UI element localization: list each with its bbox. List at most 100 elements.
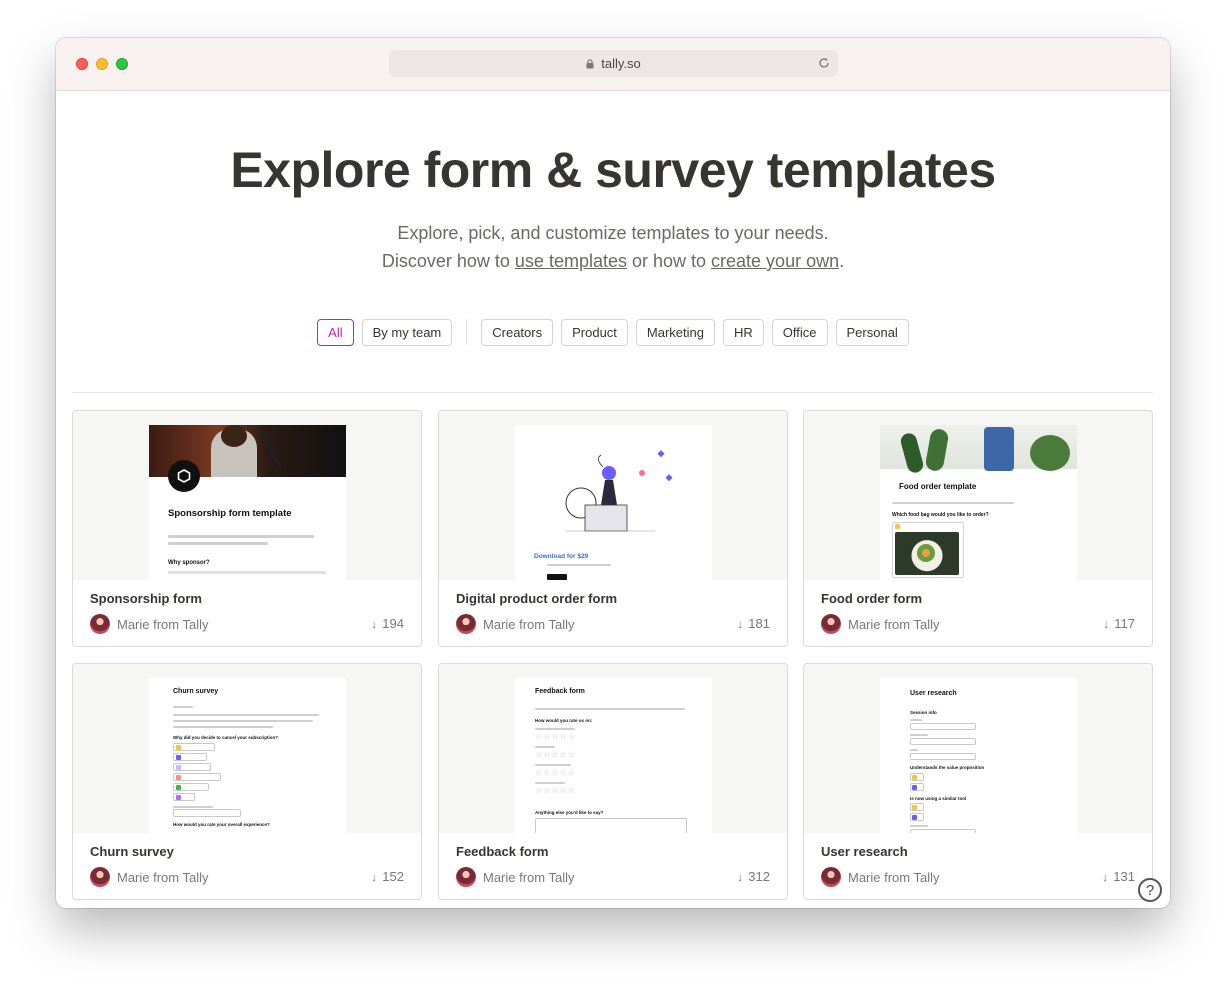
preview-question: Why did you decide to cancel your subscr… (173, 735, 279, 740)
card-preview: Sponsorship form template Why sponsor? (73, 411, 421, 580)
card-author: Marie from Tally (90, 867, 209, 887)
filter-by-my-team[interactable]: By my team (361, 318, 453, 346)
minimize-window-button[interactable] (96, 58, 108, 70)
preview-question: Is now using a similar tool (910, 796, 967, 801)
download-arrow-icon: ↓ (737, 869, 744, 884)
preview-question: Anything else you'd like to say? (535, 810, 604, 815)
template-card-feedback-form[interactable]: Feedback form How would you rate us on: … (438, 663, 788, 900)
avatar (821, 614, 841, 634)
subtitle-line-1: Explore, pick, and customize templates t… (397, 223, 829, 243)
preview-form: Churn survey Why did you decide to cance… (149, 678, 346, 833)
use-templates-link[interactable]: use templates (515, 251, 627, 271)
filter-bar: All By my team Creators Product Marketin… (56, 318, 1170, 346)
create-your-own-link[interactable]: create your own (711, 251, 839, 271)
page-subtitle: Explore, pick, and customize templates t… (56, 219, 1170, 275)
preview-heading: Download for $29 (534, 553, 589, 560)
page-title: Explore form & survey templates (230, 142, 996, 198)
food-photo-image (895, 532, 959, 575)
avatar (456, 867, 476, 887)
close-window-button[interactable] (76, 58, 88, 70)
preview-heading: User research (910, 690, 957, 697)
card-author: Marie from Tally (821, 614, 940, 634)
template-card-user-research[interactable]: User research Session info Understands t… (803, 663, 1153, 900)
download-count-value: 194 (382, 616, 404, 631)
preview-form: Sponsorship form template Why sponsor? (149, 425, 346, 580)
preview-form: Feedback form How would you rate us on: … (515, 678, 712, 833)
subtitle-text: . (839, 251, 845, 271)
card-preview: Food order template Which food bag would… (804, 411, 1152, 580)
preview-form: User research Session info Understands t… (880, 678, 1077, 833)
browser-titlebar: tally.so (56, 38, 1170, 91)
card-author: Marie from Tally (90, 614, 209, 634)
filter-creators[interactable]: Creators (481, 318, 554, 346)
author-name: Marie from Tally (483, 616, 575, 632)
template-card-sponsorship[interactable]: Sponsorship form template Why sponsor? S… (72, 410, 422, 647)
star-rating-icon: ☆☆☆☆☆ (535, 768, 576, 777)
preview-heading: Feedback form (535, 688, 585, 695)
template-card-churn-survey[interactable]: Churn survey Why did you decide to cance… (72, 663, 422, 900)
author-name: Marie from Tally (848, 616, 940, 632)
download-count: ↓ 312 (737, 869, 770, 884)
help-button[interactable]: ? (1138, 878, 1162, 902)
download-count-value: 152 (382, 869, 404, 884)
preview-question: Why sponsor? (168, 560, 210, 566)
download-arrow-icon: ↓ (1102, 869, 1109, 884)
download-count-value: 181 (748, 616, 770, 631)
download-count: ↓ 194 (371, 616, 404, 631)
download-arrow-icon: ↓ (371, 616, 378, 631)
filter-personal[interactable]: Personal (835, 318, 909, 346)
download-arrow-icon: ↓ (371, 869, 378, 884)
download-count-value: 131 (1113, 869, 1135, 884)
avatar (90, 614, 110, 634)
preview-heading: Food order template (899, 482, 977, 491)
filter-product[interactable]: Product (561, 318, 628, 346)
download-count-value: 312 (748, 869, 770, 884)
filter-hr[interactable]: HR (723, 318, 764, 346)
illustration-icon (565, 450, 673, 532)
download-count: ↓ 152 (371, 869, 404, 884)
card-preview: User research Session info Understands t… (804, 664, 1152, 833)
preview-heading: Churn survey (173, 688, 219, 695)
card-title: Churn survey (90, 844, 174, 859)
page-content: Explore form & survey templates Explore,… (56, 91, 1170, 908)
preview-banner-image (880, 425, 1077, 475)
star-rating-icon: ☆☆☆☆☆ (535, 750, 576, 759)
download-count: ↓ 117 (1103, 616, 1135, 631)
preview-question: Which food bag would you like to order? (892, 512, 989, 518)
preview-question: How would you rate us on: (535, 718, 593, 723)
maximize-window-button[interactable] (116, 58, 128, 70)
preview-question: Session info (910, 710, 937, 715)
subtitle-line-2: Discover how to use templates or how to … (56, 247, 1170, 275)
filter-office[interactable]: Office (771, 318, 828, 346)
download-arrow-icon: ↓ (1103, 616, 1110, 631)
template-card-food-order[interactable]: Food order template Which food bag would… (803, 410, 1153, 647)
author-name: Marie from Tally (848, 869, 940, 885)
star-rating-icon: ☆☆☆☆☆ (535, 786, 576, 795)
author-name: Marie from Tally (483, 869, 575, 885)
filter-all[interactable]: All (317, 318, 354, 346)
avatar (821, 867, 841, 887)
card-author: Marie from Tally (821, 867, 940, 887)
address-bar[interactable]: tally.so (389, 50, 838, 77)
preview-form: Download for $29 (515, 425, 712, 580)
card-title: Feedback form (456, 844, 549, 859)
avatar (456, 614, 476, 634)
preview-heading: Sponsorship form template (168, 508, 292, 519)
filter-marketing[interactable]: Marketing (635, 318, 715, 346)
card-author: Marie from Tally (456, 867, 575, 887)
lock-icon (586, 58, 594, 68)
section-divider (72, 392, 1153, 393)
card-title: Sponsorship form (90, 591, 202, 606)
preview-question: How would you rate your overall experien… (173, 822, 270, 827)
filter-separator (466, 319, 468, 345)
card-preview: Download for $29 (439, 411, 787, 580)
template-card-digital-product[interactable]: Download for $29 Digital product order f… (438, 410, 788, 647)
avatar (90, 867, 110, 887)
card-title: Digital product order form (456, 591, 618, 606)
reload-icon[interactable] (818, 57, 830, 69)
browser-window: tally.so Explore form & survey templates… (56, 38, 1170, 908)
preview-form: Food order template Which food bag would… (880, 425, 1077, 580)
subtitle-text: Discover how to (381, 251, 515, 271)
url-text: tally.so (601, 56, 641, 71)
author-name: Marie from Tally (117, 869, 209, 885)
